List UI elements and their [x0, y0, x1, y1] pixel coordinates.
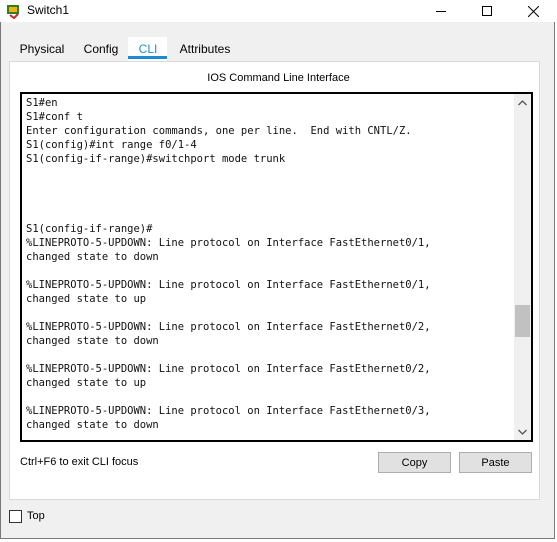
- chevron-up-icon: [518, 99, 527, 105]
- packet-tracer-icon: [6, 3, 22, 20]
- cli-line: [26, 194, 516, 208]
- cli-line: [26, 264, 516, 278]
- cli-line: [26, 208, 516, 222]
- cli-line: S1(config)#int range f0/1-4: [26, 139, 197, 151]
- cli-line: Enter configuration commands, one per li…: [26, 125, 412, 137]
- cli-line: changed state to down: [26, 335, 159, 347]
- terminal-scrollbar[interactable]: [514, 94, 531, 440]
- cli-line: %LINEPROTO-5-UPDOWN: Line protocol on In…: [26, 363, 431, 375]
- minimize-icon: [436, 11, 446, 12]
- scroll-down-button[interactable]: [514, 423, 531, 440]
- maximize-icon: [482, 6, 492, 16]
- copy-button[interactable]: Copy: [378, 452, 451, 473]
- cli-line: changed state to down: [26, 251, 159, 263]
- tab-attributes[interactable]: Attributes: [172, 37, 238, 61]
- cli-line: changed state to down: [26, 419, 159, 431]
- minimize-button[interactable]: [418, 0, 464, 22]
- tab-physical[interactable]: Physical: [12, 37, 72, 61]
- close-button[interactable]: [510, 0, 556, 22]
- exit-focus-hint: Ctrl+F6 to exit CLI focus: [20, 456, 139, 468]
- cli-pane-title: IOS Command Line Interface: [207, 72, 350, 84]
- cli-line: %LINEPROTO-5-UPDOWN: Line protocol on In…: [26, 405, 431, 417]
- cli-line: S1#conf t: [26, 111, 83, 123]
- chevron-down-icon: [518, 429, 527, 435]
- scroll-up-button[interactable]: [514, 94, 531, 111]
- cli-line: S1(config-if-range)#: [26, 223, 153, 235]
- cli-line: %LINEPROTO-5-UPDOWN: Line protocol on In…: [26, 321, 431, 333]
- top-checkbox-label: Top: [27, 510, 45, 522]
- cli-line: [26, 180, 516, 194]
- cli-line: changed state to up: [26, 293, 147, 305]
- close-icon: [527, 5, 539, 17]
- maximize-button[interactable]: [464, 0, 510, 22]
- cli-line: [26, 166, 516, 180]
- cli-line: %LINEPROTO-5-UPDOWN: Line protocol on In…: [26, 279, 431, 291]
- tab-config[interactable]: Config: [79, 37, 123, 61]
- scroll-thumb[interactable]: [515, 305, 530, 337]
- cli-line: [26, 306, 516, 320]
- cli-line: changed state to up: [26, 377, 147, 389]
- cli-terminal[interactable]: S1#en S1#conf t Enter configuration comman…: [20, 92, 533, 442]
- window-title: Switch1: [27, 3, 70, 17]
- cli-line: S1#en: [26, 97, 58, 109]
- cli-output-text[interactable]: S1#en S1#conf t Enter configuration comman…: [26, 96, 516, 432]
- title-bar[interactable]: Switch1: [0, 0, 557, 22]
- cli-line: [26, 348, 516, 362]
- cli-line: [26, 390, 516, 404]
- active-tab-indicator: [128, 56, 167, 59]
- top-checkbox[interactable]: [9, 510, 22, 523]
- paste-button[interactable]: Paste: [459, 452, 532, 473]
- cli-line: S1(config-if-range)#switchport mode trun…: [26, 153, 286, 165]
- tab-bar: Physical Config CLI Attributes: [9, 37, 539, 61]
- cli-line: %LINEPROTO-5-UPDOWN: Line protocol on In…: [26, 237, 431, 249]
